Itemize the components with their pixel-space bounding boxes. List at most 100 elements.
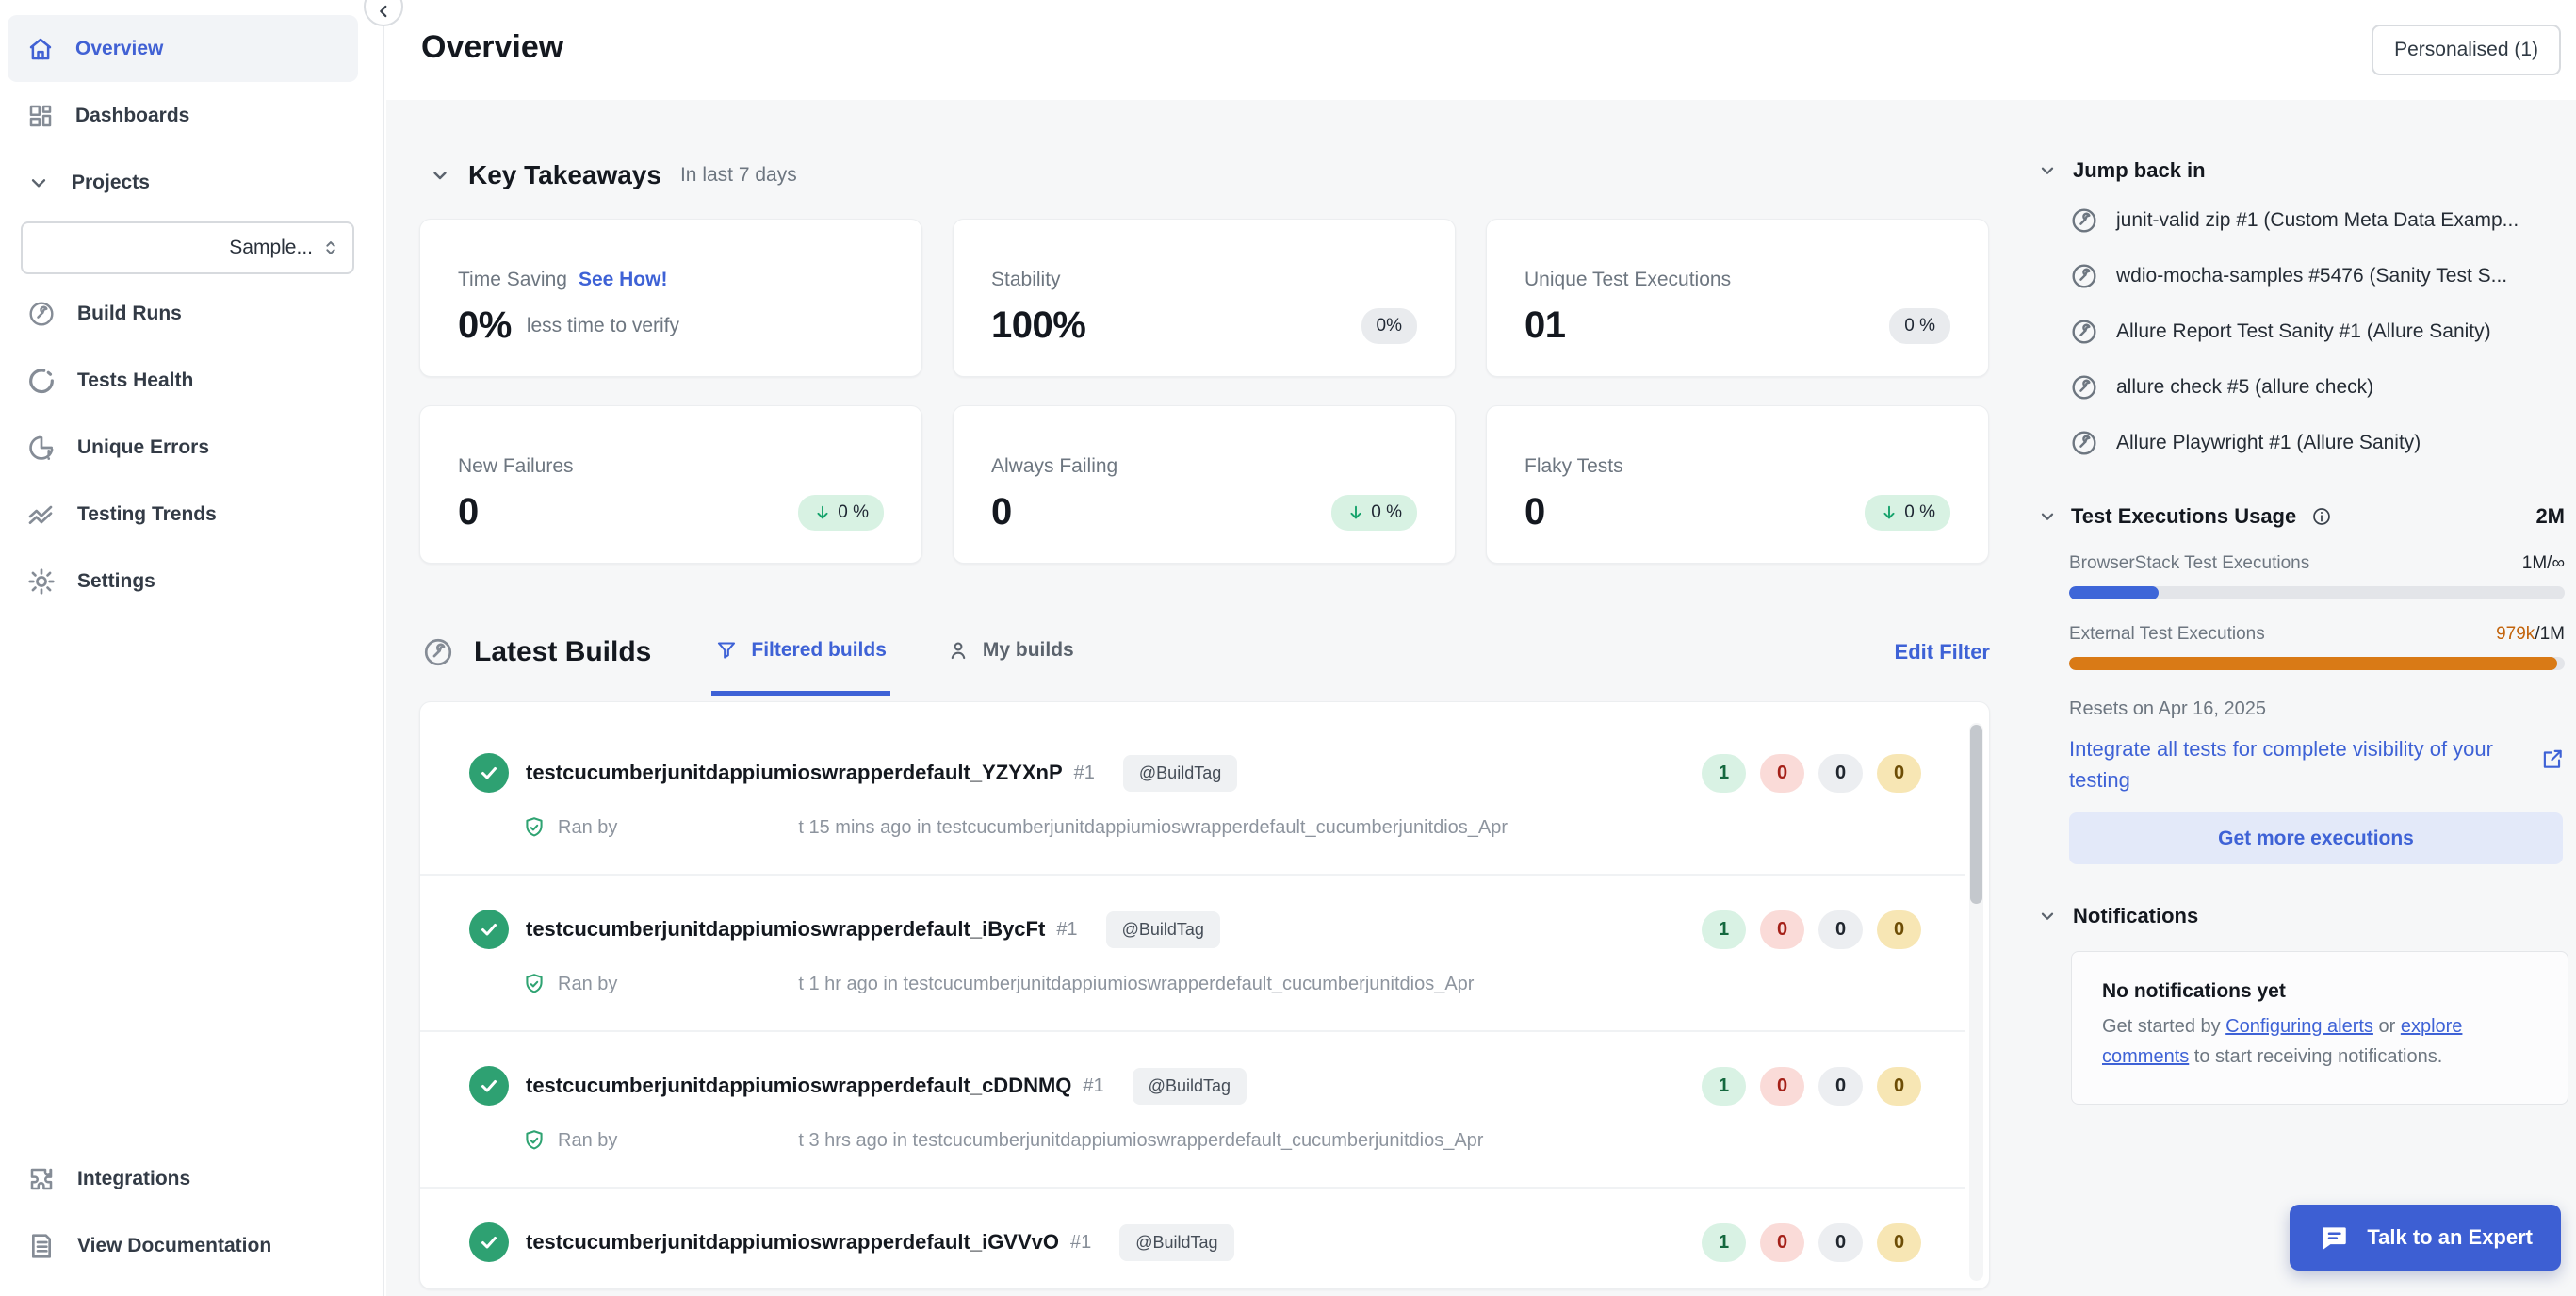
trend-badge: 0 % bbox=[1865, 495, 1950, 531]
trend-badge: 0% bbox=[1361, 308, 1417, 344]
status-passed-icon bbox=[469, 1066, 509, 1106]
see-how-link[interactable]: See How! bbox=[579, 269, 668, 291]
builds-list: testcucumberjunitdappiumioswrapperdefaul… bbox=[419, 701, 1990, 1289]
tab-filtered-builds[interactable]: Filtered builds bbox=[711, 609, 890, 696]
sidebar-item-settings[interactable]: Settings bbox=[8, 548, 358, 615]
build-name[interactable]: testcucumberjunitdappiumioswrapperdefaul… bbox=[526, 761, 1063, 785]
count-failed: 0 bbox=[1760, 1223, 1804, 1262]
project-selector[interactable]: Sample... bbox=[21, 221, 354, 274]
build-tag-pill[interactable]: @BuildTag bbox=[1119, 1224, 1233, 1261]
main-header: Overview Personalised (1) bbox=[386, 0, 2576, 100]
count-flaky: 0 bbox=[1877, 754, 1921, 793]
tests-health-icon bbox=[26, 366, 57, 396]
build-name[interactable]: testcucumberjunitdappiumioswrapperdefaul… bbox=[526, 1074, 1071, 1098]
card-stability: Stability 100% 0% bbox=[953, 219, 1456, 377]
sidebar-item-integrations[interactable]: Integrations bbox=[8, 1145, 358, 1212]
card-label: Flaky Tests bbox=[1524, 455, 1623, 478]
sidebar-item-unique-errors[interactable]: Unique Errors bbox=[8, 414, 358, 481]
get-more-executions-button[interactable]: Get more executions bbox=[2069, 812, 2563, 864]
talk-to-expert-button[interactable]: Talk to an Expert bbox=[2290, 1205, 2561, 1271]
card-value: 0% bbox=[458, 304, 512, 347]
build-row[interactable]: testcucumberjunitdappiumioswrapperdefaul… bbox=[420, 876, 1965, 1032]
key-takeaways-title: Key Takeaways bbox=[468, 160, 661, 190]
build-tag-pill[interactable]: @BuildTag bbox=[1123, 755, 1237, 792]
ran-by-label: Ran by bbox=[558, 1130, 617, 1152]
sidebar-item-testing-trends[interactable]: Testing Trends bbox=[8, 481, 358, 548]
chevron-down-icon[interactable] bbox=[429, 164, 451, 187]
card-value: 0 bbox=[991, 491, 1012, 533]
count-passed: 1 bbox=[1702, 754, 1746, 793]
chevron-down-icon[interactable] bbox=[2037, 160, 2058, 181]
projects-label: Projects bbox=[72, 172, 150, 194]
integrate-link[interactable]: Integrate all tests for complete visibil… bbox=[2069, 733, 2504, 796]
count-failed: 0 bbox=[1760, 910, 1804, 949]
chevron-down-icon[interactable] bbox=[2037, 506, 2058, 527]
build-name[interactable]: testcucumberjunitdappiumioswrapperdefaul… bbox=[526, 1230, 1059, 1255]
jump-back-item[interactable]: allure check #5 (allure check) bbox=[2069, 359, 2565, 415]
build-counts: 1 0 0 0 bbox=[1702, 1223, 1921, 1262]
sidebar: Overview Dashboards Projects Sample... B… bbox=[0, 0, 384, 1296]
sort-updown-icon bbox=[320, 238, 341, 258]
card-unique-test-executions: Unique Test Executions 01 0 % bbox=[1486, 219, 1989, 377]
build-icon bbox=[2069, 372, 2099, 402]
latest-builds-header: Latest Builds Filtered builds My builds bbox=[421, 609, 1990, 696]
count-flaky: 0 bbox=[1877, 1223, 1921, 1262]
sidebar-section-projects[interactable]: Projects bbox=[8, 149, 358, 216]
card-value: 0 bbox=[458, 491, 479, 533]
project-selector-value: Sample... bbox=[229, 237, 313, 259]
sidebar-item-overview[interactable]: Overview bbox=[8, 15, 358, 82]
sidebar-item-tests-health[interactable]: Tests Health bbox=[8, 347, 358, 414]
sidebar-item-view-documentation[interactable]: View Documentation bbox=[8, 1212, 358, 1279]
page-title: Overview bbox=[421, 29, 563, 66]
shield-check-icon bbox=[522, 1128, 546, 1153]
edit-filter-link[interactable]: Edit Filter bbox=[1895, 640, 1990, 664]
status-passed-icon bbox=[469, 753, 509, 793]
build-row[interactable]: testcucumberjunitdappiumioswrapperdefaul… bbox=[420, 719, 1965, 876]
status-passed-icon bbox=[469, 910, 509, 949]
configuring-alerts-link[interactable]: Configuring alerts bbox=[2225, 1016, 2373, 1037]
jump-back-in-title: Jump back in bbox=[2073, 158, 2206, 183]
external-link-icon[interactable] bbox=[2540, 746, 2565, 771]
notifications-section: Notifications No notifications yet Get s… bbox=[2033, 904, 2565, 1105]
ran-by-label: Ran by bbox=[558, 974, 617, 995]
shield-check-icon bbox=[522, 972, 546, 996]
sidebar-footer: Integrations View Documentation bbox=[0, 1145, 383, 1279]
build-meta: t 15 mins ago in testcucumberjunitdappiu… bbox=[798, 817, 1508, 839]
card-label: Stability bbox=[991, 269, 1061, 291]
scrollbar-track[interactable] bbox=[1969, 723, 1983, 1281]
scrollbar-thumb[interactable] bbox=[1970, 725, 1982, 904]
card-label: Unique Test Executions bbox=[1524, 269, 1731, 291]
card-label: Always Failing bbox=[991, 455, 1117, 478]
jump-back-item[interactable]: Allure Report Test Sanity #1 (Allure San… bbox=[2069, 303, 2565, 359]
build-number: #1 bbox=[1056, 919, 1077, 941]
tab-my-builds[interactable]: My builds bbox=[943, 609, 1078, 696]
build-tag-pill[interactable]: @BuildTag bbox=[1106, 911, 1220, 948]
build-row[interactable]: testcucumberjunitdappiumioswrapperdefaul… bbox=[420, 1189, 1965, 1289]
notifications-empty-title: No notifications yet bbox=[2102, 980, 2537, 1003]
key-takeaways-subtitle: In last 7 days bbox=[680, 164, 797, 187]
build-counts: 1 0 0 0 bbox=[1702, 754, 1921, 793]
build-number: #1 bbox=[1070, 1232, 1091, 1254]
sidebar-item-label: Integrations bbox=[77, 1168, 190, 1190]
build-row[interactable]: testcucumberjunitdappiumioswrapperdefaul… bbox=[420, 1032, 1965, 1189]
sidebar-item-label: View Documentation bbox=[77, 1235, 271, 1257]
sidebar-item-dashboards[interactable]: Dashboards bbox=[8, 82, 358, 149]
sidebar-item-build-runs[interactable]: Build Runs bbox=[8, 280, 358, 347]
sidebar-item-label: Settings bbox=[77, 570, 155, 593]
jump-back-item[interactable]: junit-valid zip #1 (Custom Meta Data Exa… bbox=[2069, 192, 2565, 248]
count-failed: 0 bbox=[1760, 754, 1804, 793]
info-icon[interactable] bbox=[2311, 506, 2332, 527]
chevron-down-icon[interactable] bbox=[2037, 906, 2058, 927]
progress-bar bbox=[2069, 586, 2565, 599]
count-skipped: 0 bbox=[1818, 754, 1863, 793]
count-skipped: 0 bbox=[1818, 1223, 1863, 1262]
jump-back-item[interactable]: wdio-mocha-samples #5476 (Sanity Test S.… bbox=[2069, 248, 2565, 303]
build-name[interactable]: testcucumberjunitdappiumioswrapperdefaul… bbox=[526, 917, 1045, 942]
build-tag-pill[interactable]: @BuildTag bbox=[1133, 1068, 1247, 1105]
personalised-button[interactable]: Personalised (1) bbox=[2372, 25, 2561, 75]
jump-back-item[interactable]: Allure Playwright #1 (Allure Sanity) bbox=[2069, 415, 2565, 470]
card-label: Time Saving bbox=[458, 269, 567, 291]
jump-back-in-section: Jump back in junit-valid zip #1 (Custom … bbox=[2033, 158, 2565, 470]
arrow-down-icon bbox=[813, 503, 832, 522]
meter-value: 979k/1M bbox=[2496, 624, 2565, 645]
